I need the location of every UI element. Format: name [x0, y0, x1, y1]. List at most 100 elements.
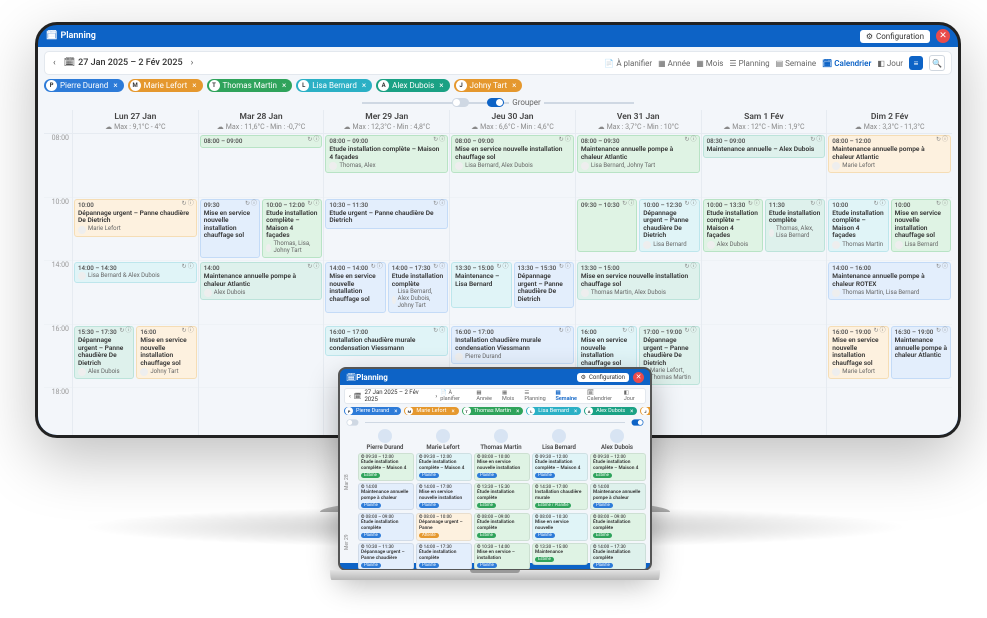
event-card[interactable]: ↻ⓘ08:00 – 09:30Maintenance annuelle pomp…: [577, 135, 700, 173]
laptop-date-range[interactable]: 27 Jan 2025 – 2 Fév 2025: [364, 389, 432, 403]
event-card[interactable]: ↻ⓘ09:30 – 10:30: [577, 199, 637, 252]
view-semaine[interactable]: ▤ Semaine: [776, 59, 817, 68]
event-card[interactable]: ↻ⓘ10:00 – 12:00Étude installation complè…: [262, 199, 322, 258]
chip-remove-icon[interactable]: ×: [362, 81, 366, 90]
chip-pierre-durand[interactable]: PPierre Durand×: [344, 407, 401, 415]
event-card[interactable]: ⏲ 14:00Maintenance annuelle pompe à chal…: [358, 483, 414, 511]
event-card[interactable]: ⏲ 08:00 – 09:00Étude installation complè…: [358, 513, 414, 541]
chip-remove-icon[interactable]: ×: [394, 408, 397, 415]
event-card[interactable]: ↻ⓘ10:00 – 12:30Dépannage urgent – Panne …: [639, 199, 699, 252]
chip-johny-tart[interactable]: JJohny Tart×: [640, 407, 652, 415]
event-card[interactable]: ↻ⓘ14:00 – 14:30Lisa Bernard & Alex Duboi…: [74, 262, 197, 283]
event-card[interactable]: ↻ⓘ14:00Maintenance annuelle pompe à chal…: [200, 262, 323, 300]
view-semaine[interactable]: ▤ Semaine: [555, 390, 583, 402]
event-card[interactable]: ⏲ 09:30 – 12:00Étude installation complè…: [590, 453, 646, 481]
prev-button[interactable]: ‹: [349, 393, 351, 400]
event-card[interactable]: ↻ⓘ16:30 – 19:00Maintenance annuelle pomp…: [891, 326, 951, 379]
event-card[interactable]: ↻ⓘ13:30 – 15:00Mise en service nouvelle …: [577, 262, 700, 300]
view-planning[interactable]: ☰ Planning: [524, 390, 551, 402]
event-card[interactable]: ⏲ 08:00 – 09:00Étude installation complè…: [474, 513, 530, 541]
event-card[interactable]: ↻ⓘ08:00 – 12:00Maintenance annuelle pomp…: [828, 135, 951, 173]
view-jour[interactable]: ◧ Jour: [877, 59, 903, 68]
chip-remove-icon[interactable]: ×: [630, 408, 633, 415]
event-card[interactable]: ⏲ 14:30 – 17:00Installation chaudière mu…: [532, 483, 588, 511]
view-annee[interactable]: ▦ Année: [658, 59, 690, 68]
laptop-toggle-left[interactable]: [347, 419, 359, 425]
event-card[interactable]: ⏲ 09:30 – 12:00Étude installation complè…: [532, 453, 588, 481]
event-card[interactable]: ⏲ 14:00Maintenance annuelle pompe à chal…: [590, 483, 646, 511]
event-card[interactable]: ↻ⓘ10:00 – 13:30Étude installation complè…: [703, 199, 763, 252]
filter-button[interactable]: ≡: [909, 56, 923, 70]
view-a-planifier[interactable]: 📄 À planifier: [604, 59, 652, 68]
event-card[interactable]: ↻ⓘ08:00 – 09:00: [200, 135, 323, 148]
chip-remove-icon[interactable]: ×: [574, 408, 577, 415]
chip-alex-dubois[interactable]: AAlex Dubois×: [376, 79, 449, 92]
event-card[interactable]: ⏲ 13:30 – 15:30Étude installation complè…: [474, 483, 530, 511]
laptop-close-button[interactable]: ✕: [633, 372, 644, 383]
chip-remove-icon[interactable]: ×: [192, 81, 196, 90]
configuration-button[interactable]: ⚙ Configuration: [860, 30, 930, 43]
next-button[interactable]: ›: [189, 58, 196, 68]
event-card[interactable]: ⏲ 10:30 – 14:00Mise en service – install…: [474, 543, 530, 571]
event-card[interactable]: ⏲ 08:00 – 10:30Mise en service nouvelleP…: [532, 513, 588, 541]
prev-button[interactable]: ‹: [51, 58, 58, 68]
event-card[interactable]: ↻ⓘ10:30 – 11:30Étude urgent – Panne chau…: [325, 199, 448, 229]
chip-remove-icon[interactable]: ×: [512, 81, 516, 90]
event-card[interactable]: ⏲ 09:30 – 12:00Étude installation complè…: [416, 453, 472, 481]
event-card[interactable]: ↻ⓘ16:00 – 17:00Installation chaudière mu…: [325, 326, 448, 356]
view-a-planifier[interactable]: 📄 À planifier: [440, 390, 472, 402]
event-card[interactable]: ⏲ 08:00 – 10:00Dépannage urgent – PanneA…: [416, 513, 472, 541]
event-card[interactable]: ↻ⓘ16:00 – 17:00Installation chaudière mu…: [451, 326, 574, 364]
toggle-left[interactable]: [452, 98, 469, 107]
next-button[interactable]: ›: [435, 393, 437, 400]
event-card[interactable]: ⏲ 08:00 – 09:00Étude installation complè…: [590, 513, 646, 541]
laptop-toggle-grouper[interactable]: [632, 419, 644, 425]
event-card[interactable]: ↻ⓘ10:00Mise en service nouvelle installa…: [891, 199, 951, 252]
view-calendrier[interactable]: 🗓 Calendrier: [822, 59, 871, 68]
event-card[interactable]: ↻ⓘ09:30Mise en service nouvelle installa…: [200, 199, 260, 258]
view-mois[interactable]: ▦ Mois: [696, 59, 723, 68]
chip-remove-icon[interactable]: ×: [439, 81, 443, 90]
chip-remove-icon[interactable]: ×: [516, 408, 519, 415]
view-annee[interactable]: ▦ Année: [476, 390, 498, 402]
event-card[interactable]: ↻ⓘ08:00 – 09:00Étude installation complè…: [325, 135, 448, 173]
chip-lisa-bernard[interactable]: LLisa Bernard×: [526, 407, 581, 415]
event-card[interactable]: ⏲ 08:00 – 10:00Mise en service nouvelle …: [474, 453, 530, 481]
event-card[interactable]: ↻ⓘ14:00 – 17:30Étude installation complè…: [388, 262, 448, 313]
toggle-grouper[interactable]: [487, 98, 504, 107]
event-card[interactable]: ↻ⓘ08:00 – 09:00Mise en service nouvelle …: [451, 135, 574, 173]
event-card[interactable]: ↻ⓘ13:30 – 15:30Dépannage urgent – Panne …: [514, 262, 574, 307]
chip-pierre-durand[interactable]: PPierre Durand×: [44, 79, 124, 92]
view-calendrier[interactable]: 🗓 Calendrier: [587, 390, 620, 402]
laptop-configuration-button[interactable]: ⚙ Configuration: [577, 373, 629, 382]
event-card[interactable]: ⏲ 10:30 – 11:30Dépannage urgent – Panne …: [358, 543, 414, 571]
close-button[interactable]: ✕: [936, 29, 950, 43]
chip-lisa-bernard[interactable]: LLisa Bernard×: [296, 79, 372, 92]
event-card[interactable]: ↻ⓘ10:00Dépannage urgent – Panne chaudièr…: [74, 199, 197, 237]
chip-thomas-martin[interactable]: TThomas Martin×: [207, 79, 293, 92]
event-card[interactable]: ⏲ 14:00 – 17:00Mise en service nouvelle …: [416, 483, 472, 511]
chip-remove-icon[interactable]: ×: [113, 81, 117, 90]
event-card[interactable]: ↻ⓘ10:00Étude installation complète – Mai…: [828, 199, 888, 252]
event-card[interactable]: ↻ⓘ13:30 – 15:00Maintenance – Lisa Bernar…: [451, 262, 511, 307]
event-card[interactable]: ⏲ 09:30 – 12:00Étude installation complè…: [358, 453, 414, 481]
event-card[interactable]: ↻ⓘ16:00 – 19:00Mise en service nouvelle …: [828, 326, 888, 379]
event-card[interactable]: ↻ⓘ08:30 – 09:00Maintenance annuelle – Al…: [703, 135, 826, 158]
event-card[interactable]: ↻ⓘ14:00 – 16:00Maintenance annuelle pomp…: [828, 262, 951, 300]
chip-alex-dubois[interactable]: AAlex Dubois×: [584, 407, 637, 415]
view-jour[interactable]: ◧ Jour: [624, 390, 641, 402]
event-card[interactable]: ↻ⓘ11:30Étude installation complèteThomas…: [765, 199, 825, 252]
event-card[interactable]: ↻ⓘ16:00Mise en service nouvelle installa…: [136, 326, 196, 379]
chip-thomas-martin[interactable]: TThomas Martin×: [462, 407, 524, 415]
event-card[interactable]: ↻ⓘ15:30 – 17:30Dépannage urgent – Panne …: [74, 326, 134, 379]
chip-remove-icon[interactable]: ×: [282, 81, 286, 90]
search-button[interactable]: 🔍: [929, 55, 945, 71]
event-card[interactable]: ⏲ 13:30 – 15:00MaintenanceEstimé: [532, 543, 588, 565]
event-card[interactable]: ↻ⓘ14:00 – 14:00Mise en service nouvelle …: [325, 262, 385, 313]
view-mois[interactable]: ▦ Mois: [502, 390, 520, 402]
chip-johny-tart[interactable]: JJohny Tart×: [454, 79, 523, 92]
chip-marie-lefort[interactable]: MMarie Lefort×: [128, 79, 203, 92]
event-card[interactable]: ⏲ 14:00 – 17:30Étude installation complè…: [590, 543, 646, 571]
chip-remove-icon[interactable]: ×: [451, 408, 454, 415]
view-planning[interactable]: ☰ Planning: [729, 59, 769, 68]
